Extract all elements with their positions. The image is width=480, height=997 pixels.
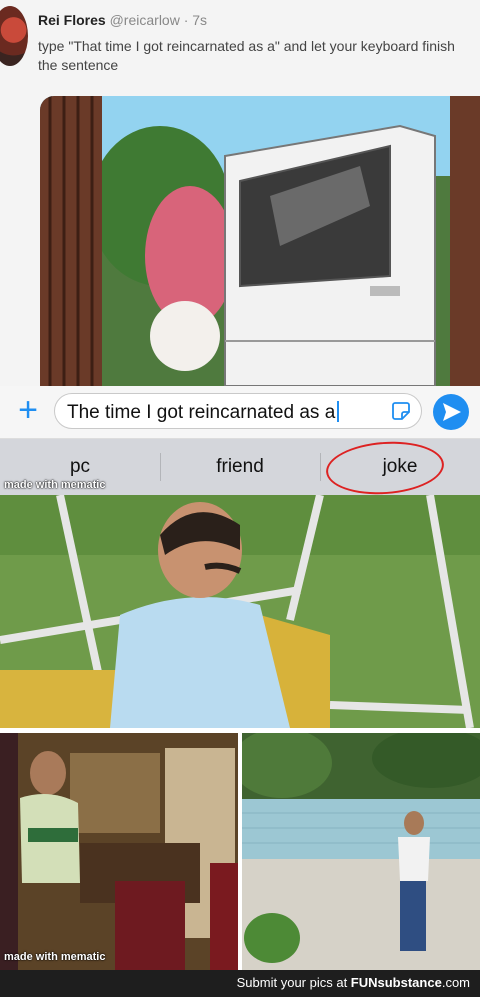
send-arrow-icon: [443, 403, 461, 421]
send-button[interactable]: [433, 394, 469, 430]
sticker-icon[interactable]: [391, 401, 411, 421]
anime-truck-illustration: [40, 96, 480, 386]
tweet-card: Rei Flores @reicarlow · 7s type "That ti…: [0, 0, 480, 386]
suggestion-friend[interactable]: friend: [160, 439, 320, 495]
man-at-empty-pool-photo: [242, 733, 480, 970]
message-input[interactable]: The time I got reincarnated as a: [54, 393, 422, 429]
text-cursor: [337, 401, 340, 422]
footer-credit[interactable]: Submit your pics at FUNsubstance.com: [237, 975, 470, 990]
man-at-table-photo: [0, 733, 238, 970]
meme-panel-swing: [0, 495, 480, 728]
man-on-swing-photo: [0, 495, 480, 728]
site-logo: FUNsubstance: [350, 975, 442, 990]
tweet-text: type "That time I got reincarnated as a"…: [38, 38, 455, 73]
message-input-bar: + The time I got reincarnated as a: [0, 386, 480, 439]
tweet-image[interactable]: [40, 96, 480, 386]
meme-panel-kitchen: made with mematic: [0, 733, 238, 970]
watermark: made with mematic: [4, 479, 106, 491]
footer-bar: Submit your pics at FUNsubstance.com: [0, 970, 480, 997]
footer-prefix: Submit your pics at: [236, 975, 351, 990]
tweet-author-name[interactable]: Rei Flores: [38, 12, 106, 28]
avatar[interactable]: [0, 6, 28, 66]
meme-panel-pool: [242, 733, 480, 970]
tweet-header: Rei Flores @reicarlow · 7s: [38, 12, 207, 28]
tweet-author-handle: @reicarlow · 7s: [109, 12, 208, 28]
footer-suffix: .com: [441, 975, 470, 990]
message-input-value[interactable]: The time I got reincarnated as a: [67, 401, 340, 424]
plus-icon[interactable]: +: [12, 393, 44, 428]
watermark: made with mematic: [4, 951, 106, 963]
